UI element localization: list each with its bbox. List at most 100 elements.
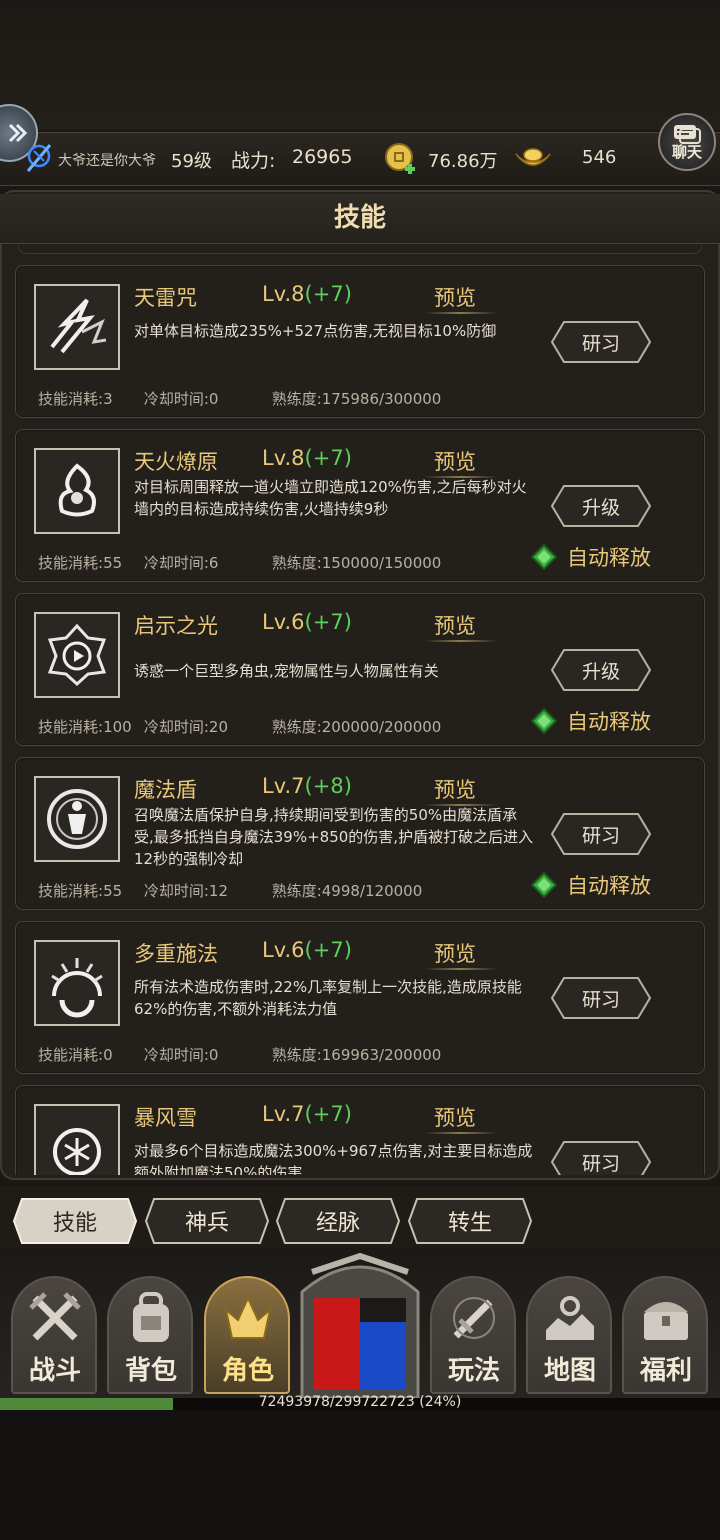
preview-link[interactable]: 预览	[434, 774, 476, 804]
crown-icon	[224, 1295, 272, 1339]
subtab-rebirth[interactable]: 转生	[407, 1197, 533, 1245]
cost-value: 100	[103, 718, 132, 736]
skill-stats: 技能消耗:100 冷却时间:20 熟练度:200000/200000	[38, 718, 442, 736]
map-icon	[546, 1296, 594, 1340]
ingot-icon	[514, 146, 552, 176]
auto-cast-toggle[interactable]: 自动释放	[531, 542, 651, 572]
skill-name: 天火燎原	[134, 450, 218, 474]
skill-description: 对最多6个目标造成魔法300%+967点伤害,对主要目标造成额外附加魔法50%的…	[134, 1142, 533, 1175]
skill-name: 暴风雪	[134, 1106, 197, 1130]
auto-cast-toggle[interactable]: 自动释放	[531, 870, 651, 900]
skill-card: 天雷咒 Lv.8(+7) 预览 对单体目标造成235%+527点伤害,无视目标1…	[15, 265, 705, 418]
fire-icon[interactable]	[34, 448, 120, 534]
skill-level-bonus: (+7)	[304, 938, 352, 962]
nav-battle[interactable]: 战斗	[11, 1276, 99, 1394]
skill-description: 对单体目标造成235%+527点伤害,无视目标10%防御	[134, 322, 497, 340]
crossed-swords-icon	[29, 1292, 81, 1341]
ingot-value: 546	[582, 147, 617, 168]
cooldown-value: 0	[208, 390, 219, 408]
preview-underline	[424, 1132, 498, 1134]
study-button[interactable]: 研习	[550, 1140, 652, 1175]
nav-bag[interactable]: 背包	[107, 1276, 195, 1394]
skill-name: 启示之光	[134, 614, 218, 638]
skill-level-bonus: (+8)	[304, 774, 352, 798]
auto-cast-toggle[interactable]: 自动释放	[531, 706, 651, 736]
subtab-weapon[interactable]: 神兵	[144, 1197, 270, 1245]
skill-card: 启示之光 Lv.6(+7) 预览 诱惑一个巨型多角虫,宠物属性与人物属性有关 技…	[15, 593, 705, 746]
shield-icon[interactable]	[34, 776, 120, 862]
preview-link[interactable]: 预览	[434, 446, 476, 476]
power-label: 战力:	[231, 150, 276, 172]
cooldown-value: 6	[208, 554, 219, 572]
study-button[interactable]: 研习	[550, 976, 652, 1020]
backpack-icon	[133, 1292, 169, 1342]
bottom-background	[0, 1410, 720, 1540]
skill-card: 暴风雪 Lv.7(+7) 预览 对最多6个目标造成魔法300%+967点伤害,对…	[15, 1085, 705, 1175]
cooldown-value: 12	[208, 882, 228, 900]
blizzard-icon[interactable]	[34, 1104, 120, 1175]
skill-level-bonus: (+7)	[304, 282, 352, 306]
skill-level-bonus: (+7)	[304, 610, 352, 634]
nav-welfare[interactable]: 福利	[622, 1276, 710, 1394]
preview-link[interactable]: 预览	[434, 1102, 476, 1132]
skill-name: 天雷咒	[134, 286, 197, 310]
upgrade-button[interactable]: 升级	[550, 648, 652, 692]
cost-value: 3	[103, 390, 113, 408]
preview-link[interactable]: 预览	[434, 938, 476, 968]
skill-stats: 技能消耗:55 冷却时间:12 熟练度:4998/120000	[38, 882, 423, 900]
coin-icon[interactable]	[383, 142, 419, 180]
skill-name: 魔法盾	[134, 778, 197, 802]
cost-value: 0	[103, 1046, 113, 1064]
nav-character[interactable]: 角色	[204, 1276, 292, 1394]
upgrade-button[interactable]: 升级	[550, 484, 652, 528]
skill-description: 诱惑一个巨型多角虫,宠物属性与人物属性有关	[134, 662, 439, 680]
skill-description: 对目标周围释放一道火墙立即造成120%伤害,之后每秒对火墙内的目标造成持续伤害,…	[134, 478, 527, 518]
multicast-icon[interactable]	[34, 940, 120, 1026]
mastery-value: 4998/120000	[321, 882, 423, 900]
skill-stats: 技能消耗:55 冷却时间:6 熟练度:150000/150000	[38, 554, 442, 572]
preview-underline	[424, 312, 498, 314]
mastery-value: 150000/150000	[321, 554, 442, 572]
skill-level: Lv.8(+7)	[262, 446, 352, 470]
class-icon	[24, 141, 54, 179]
study-button[interactable]: 研习	[550, 320, 652, 364]
exp-text: 72493978/299722723 (24%)	[258, 1394, 462, 1410]
coin-value: 76.86万	[428, 151, 498, 172]
light-icon[interactable]	[34, 612, 120, 698]
green-diamond-icon	[531, 872, 557, 898]
skill-stats: 技能消耗:3 冷却时间:0 熟练度:175986/300000	[38, 390, 442, 408]
nav-gameplay[interactable]: 玩法	[430, 1276, 518, 1394]
skill-level-bonus: (+7)	[304, 1102, 352, 1126]
treasure-chest-icon	[644, 1302, 688, 1340]
skill-level: Lv.7(+7)	[262, 1102, 352, 1126]
skill-level: Lv.8(+7)	[262, 282, 352, 306]
skill-card: 魔法盾 Lv.7(+8) 预览 召唤魔法盾保护自身,持续期间受到伤害的50%由魔…	[15, 757, 705, 910]
green-diamond-icon	[531, 544, 557, 570]
skill-description: 召唤魔法盾保护自身,持续期间受到伤害的50%由魔法盾承受,最多抵挡自身魔法39%…	[134, 806, 534, 868]
preview-link[interactable]: 预览	[434, 282, 476, 312]
mastery-value: 169963/200000	[321, 1046, 442, 1064]
skill-description: 所有法术造成伤害时,22%几率复制上一次技能,造成原技能62%的伤害,不额外消耗…	[134, 978, 522, 1018]
skill-stats: 技能消耗:0 冷却时间:0 熟练度:169963/200000	[38, 1046, 442, 1064]
subtab-skills[interactable]: 技能	[12, 1197, 138, 1245]
panel-title: 技能	[0, 194, 720, 244]
portal-gate-icon[interactable]	[292, 1252, 428, 1398]
skill-level: Lv.7(+8)	[262, 774, 352, 798]
skill-card: 多重施法 Lv.6(+7) 预览 所有法术造成伤害时,22%几率复制上一次技能,…	[15, 921, 705, 1074]
study-button[interactable]: 研习	[550, 812, 652, 856]
power-value: 26965	[292, 146, 353, 168]
skill-list[interactable]: 天雷咒 Lv.8(+7) 预览 对单体目标造成235%+527点伤害,无视目标1…	[0, 260, 720, 1175]
subtab-meridian[interactable]: 经脉	[275, 1197, 401, 1245]
preview-link[interactable]: 预览	[434, 610, 476, 640]
nav-map[interactable]: 地图	[526, 1276, 614, 1394]
cooldown-value: 0	[208, 1046, 219, 1064]
skill-name: 多重施法	[134, 942, 218, 966]
skill-level: Lv.6(+7)	[262, 610, 352, 634]
chat-button[interactable]: 聊天	[658, 113, 716, 171]
cooldown-value: 20	[208, 718, 228, 736]
mastery-value: 175986/300000	[321, 390, 442, 408]
player-name: 大爷还是你大爷	[58, 153, 156, 169]
lightning-icon[interactable]	[34, 284, 120, 370]
green-diamond-icon	[531, 708, 557, 734]
preview-underline	[424, 968, 498, 970]
